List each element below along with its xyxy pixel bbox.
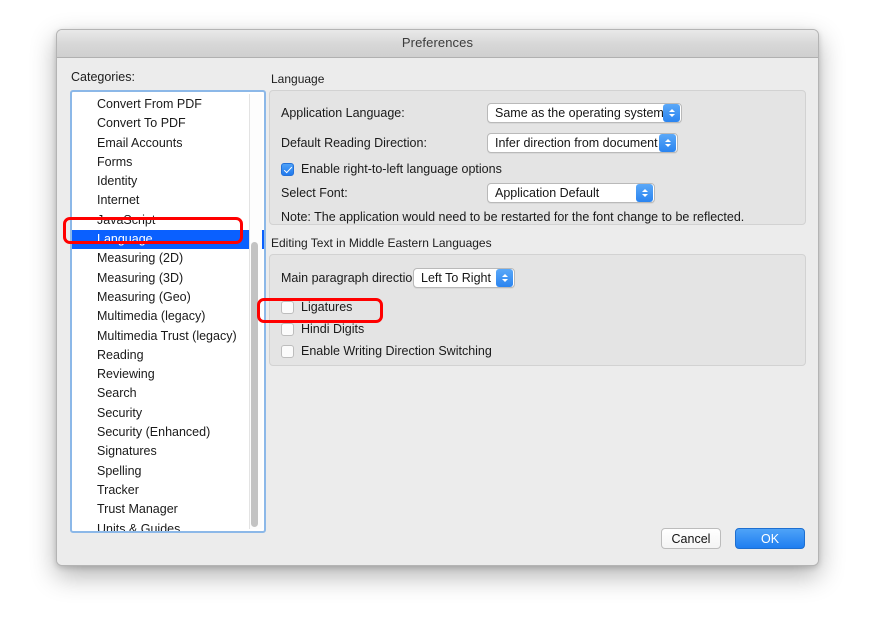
main-paragraph-direction-select[interactable]: Left To Right (413, 268, 515, 288)
writing-direction-switching-checkbox[interactable] (281, 344, 294, 358)
sidebar-item[interactable]: Spelling (72, 462, 264, 481)
application-language-select[interactable]: Same as the operating system (487, 103, 682, 123)
sidebar-item[interactable]: Reviewing (72, 365, 264, 384)
sidebar-item[interactable]: Security (Enhanced) (72, 423, 264, 442)
sidebar-item[interactable]: Measuring (3D) (72, 269, 264, 288)
sidebar-item[interactable]: Measuring (2D) (72, 249, 264, 268)
enable-rtl-label: Enable right-to-left language options (301, 162, 502, 176)
hindi-digits-checkbox-row[interactable]: Hindi Digits (281, 322, 364, 336)
sidebar-item[interactable]: Units & Guides (72, 520, 264, 531)
sidebar-item[interactable]: Signatures (72, 442, 264, 461)
sidebar-scrollbar-track[interactable] (249, 94, 262, 529)
hindi-digits-label: Hindi Digits (301, 322, 365, 336)
main-paragraph-direction-value: Left To Right (421, 271, 491, 285)
preferences-window: Preferences Categories: Convert From PDF… (56, 29, 819, 566)
window-body: Categories: Convert From PDF Convert To P… (57, 58, 818, 565)
sidebar-item[interactable]: Tracker (72, 481, 264, 500)
ligatures-label: Ligatures (301, 300, 353, 314)
select-font-label: Select Font: (281, 186, 348, 200)
sidebar-item[interactable]: Convert From PDF (72, 95, 264, 114)
sidebar-item[interactable]: Multimedia Trust (legacy) (72, 327, 264, 346)
language-group-title: Language (271, 72, 325, 86)
font-restart-note: Note: The application would need to be r… (281, 210, 745, 224)
window-title: Preferences (401, 35, 474, 50)
chevron-updown-icon (636, 184, 653, 202)
writing-direction-switching-label: Enable Writing Direction Switching (301, 344, 492, 358)
default-reading-direction-value: Infer direction from document (495, 136, 658, 150)
default-reading-direction-label: Default Reading Direction: (281, 136, 427, 150)
sidebar-item[interactable]: Reading (72, 346, 264, 365)
sidebar-item[interactable]: JavaScript (72, 211, 264, 230)
enable-rtl-checkbox-row[interactable]: Enable right-to-left language options (281, 162, 502, 176)
screen: Preferences Categories: Convert From PDF… (0, 0, 875, 643)
sidebar-item[interactable]: Security (72, 404, 264, 423)
sidebar-item[interactable]: Forms (72, 153, 264, 172)
application-language-value: Same as the operating system (495, 106, 663, 120)
writing-direction-switching-checkbox-row[interactable]: Enable Writing Direction Switching (281, 344, 492, 358)
sidebar-item[interactable]: Convert To PDF (72, 114, 264, 133)
chevron-updown-icon (496, 269, 513, 287)
sidebar-item[interactable]: Measuring (Geo) (72, 288, 264, 307)
sidebar-item[interactable]: Identity (72, 172, 264, 191)
sidebar-item[interactable]: Internet (72, 191, 264, 210)
default-reading-direction-select[interactable]: Infer direction from document (487, 133, 678, 153)
application-language-label: Application Language: (281, 106, 405, 120)
sidebar-item[interactable]: Multimedia (legacy) (72, 307, 264, 326)
sidebar-item[interactable]: Trust Manager (72, 500, 264, 519)
categories-list[interactable]: Convert From PDF Convert To PDF Email Acco… (70, 90, 266, 533)
select-font-select[interactable]: Application Default (487, 183, 655, 203)
ligatures-checkbox-row[interactable]: Ligatures (281, 300, 352, 314)
hindi-digits-checkbox[interactable] (281, 322, 294, 336)
ligatures-checkbox[interactable] (281, 300, 294, 314)
select-font-value: Application Default (495, 186, 600, 200)
enable-rtl-checkbox[interactable] (281, 162, 294, 176)
categories-label: Categories: (71, 70, 135, 84)
categories-list-items: Convert From PDF Convert To PDF Email Acco… (72, 92, 264, 531)
editing-group-title: Editing Text in Middle Eastern Languages (271, 236, 492, 250)
ok-button[interactable]: OK (735, 528, 805, 549)
editing-group: Main paragraph direction: Left To Right … (269, 254, 806, 366)
sidebar-item[interactable]: Search (72, 384, 264, 403)
chevron-updown-icon (659, 134, 676, 152)
chevron-updown-icon (663, 104, 680, 122)
window-titlebar: Preferences (57, 30, 818, 58)
main-paragraph-direction-label: Main paragraph direction: (281, 271, 423, 285)
language-group: Application Language: Same as the operat… (269, 90, 806, 225)
sidebar-item[interactable]: Language (72, 230, 264, 250)
cancel-button[interactable]: Cancel (661, 528, 721, 549)
sidebar-scrollbar-thumb[interactable] (251, 242, 258, 527)
sidebar-item[interactable]: Email Accounts (72, 134, 264, 153)
